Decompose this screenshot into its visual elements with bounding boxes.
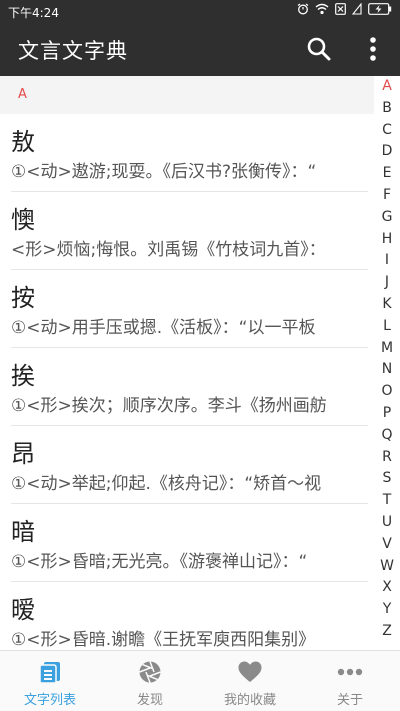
aperture-icon [137,659,163,685]
heart-icon [237,659,263,685]
list-item[interactable]: 暗 ①<形>昏暗;无光亮。《游褒禅山记》：“ [0,504,374,582]
index-letter-a[interactable]: A [374,78,400,94]
nav-item-about[interactable]: 关于 [300,651,400,711]
app-bar: 文言文字典 [0,22,400,76]
index-letter-m[interactable]: M [374,340,400,356]
index-letter-u[interactable]: U [374,514,400,530]
more-vertical-icon [370,37,376,61]
entry-definition: <形>烦恼;悔恨。刘禹锡《竹枝词九首》： [11,240,326,260]
nav-item-favorites[interactable]: 我的收藏 [200,651,300,711]
entry-definition: ①<形>昏暗;无光亮。《游褒禅山记》：“ [11,552,308,572]
index-letter-z[interactable]: Z [374,623,400,639]
word-list[interactable]: A 敖 ①<动>遨游;现耍。《后汉书?张衡传》：“ 懊 <形>烦恼;悔恨。刘禹锡… [0,76,374,650]
index-letter-j[interactable]: J [374,274,400,290]
entry-character: 暗 [11,518,35,546]
index-letter-q[interactable]: Q [374,427,400,443]
index-letter-n[interactable]: N [374,361,400,377]
nav-label: 我的收藏 [223,693,276,708]
index-letter-v[interactable]: V [374,536,400,552]
index-letter-x[interactable]: X [374,579,400,595]
index-letter-g[interactable]: G [374,209,400,225]
bottom-navigation: 文字列表 发现 我的收藏 关于 [0,650,400,711]
wifi-icon [315,3,329,15]
entry-definition: ①<动>遨游;现耍。《后汉书?张衡传》：“ [11,162,317,182]
list-item[interactable]: 挨 ①<形>挨次；顺序次序。李斗《扬州画舫 [0,348,374,426]
list-item[interactable]: 暧 ①<形>昏暗.谢瞻《王抚军庾西阳集别》 [0,582,374,650]
index-letter-w[interactable]: W [374,558,400,574]
entry-character: 按 [11,284,35,312]
index-letter-d[interactable]: D [374,143,400,159]
index-letter-f[interactable]: F [374,187,400,203]
entry-definition: ①<动>用手压或摁.《活板》：“以一平板 [11,318,316,338]
index-letter-e[interactable]: E [374,165,400,181]
entry-character: 敖 [11,128,35,156]
entry-character: 昂 [11,440,35,468]
no-signal-icon [352,3,362,15]
nav-label: 文字列表 [23,693,76,708]
index-letter-y[interactable]: Y [374,601,400,617]
index-letter-h[interactable]: H [374,231,400,247]
index-letter-c[interactable]: C [374,122,400,138]
index-letter-p[interactable]: P [374,405,400,421]
alphabet-index-bar[interactable]: ABCDEFGHIJKLMNOPQRSTUVWXYZ [374,76,400,650]
index-letter-r[interactable]: R [374,449,400,465]
nav-label: 关于 [336,693,363,708]
overflow-menu-button[interactable] [358,32,388,66]
list-item[interactable]: 按 ①<动>用手压或摁.《活板》：“以一平板 [0,270,374,348]
index-letter-i[interactable]: I [374,252,400,268]
no-sim-icon [335,3,346,15]
index-letter-k[interactable]: K [374,296,400,312]
index-letter-s[interactable]: S [374,470,400,486]
index-letter-b[interactable]: B [374,100,400,116]
status-icons [297,3,392,15]
list-item[interactable]: 敖 ①<动>遨游;现耍。《后汉书?张衡传》：“ [0,114,374,192]
status-time: 下午4:24 [8,6,59,20]
index-letter-l[interactable]: L [374,318,400,334]
status-bar: 下午4:24 [0,0,400,22]
list-item[interactable]: 昂 ①<动>举起;仰起.《核舟记》：“矫首～视 [0,426,374,504]
entry-character: 挨 [11,362,35,390]
list-icon [37,659,63,685]
entry-character: 懊 [11,206,35,234]
entry-character: 暧 [11,596,35,624]
nav-item-discover[interactable]: 发现 [100,651,200,711]
list-item[interactable]: 懊 <形>烦恼;悔恨。刘禹锡《竹枝词九首》： [0,192,374,270]
nav-label: 发现 [136,693,163,708]
index-letter-o[interactable]: O [374,383,400,399]
more-dots-icon [337,659,363,685]
entry-definition: ①<形>挨次；顺序次序。李斗《扬州画舫 [11,396,327,416]
entry-definition: ①<动>举起;仰起.《核舟记》：“矫首～视 [11,474,322,494]
search-icon [307,37,331,61]
nav-item-word-list[interactable]: 文字列表 [0,651,100,711]
section-header: A [0,76,374,114]
search-button[interactable] [302,32,336,66]
app-title: 文言文字典 [18,39,128,63]
alarm-icon [297,3,309,15]
index-letter-t[interactable]: T [374,492,400,508]
entry-definition: ①<形>昏暗.谢瞻《王抚军庾西阳集别》 [11,630,316,650]
battery-charging-icon [368,3,392,15]
